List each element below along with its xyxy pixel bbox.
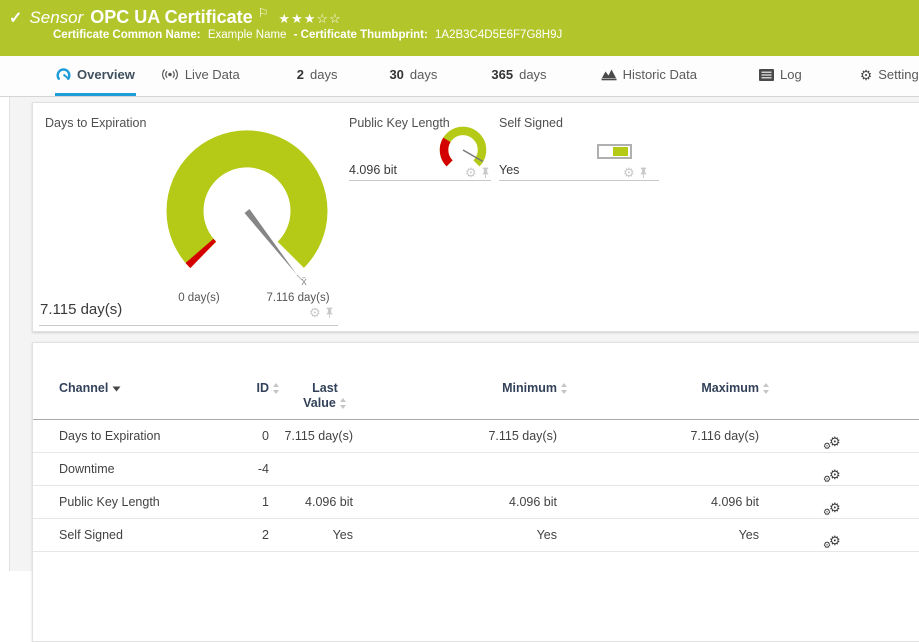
cell-channel: Days to Expiration bbox=[59, 429, 241, 443]
tab-live-data-label: Live Data bbox=[185, 67, 240, 82]
cell-id: 0 bbox=[241, 429, 269, 443]
gauge-min-label: 0 day(s) bbox=[167, 292, 231, 304]
column-header-maximum[interactable]: Maximum bbox=[557, 379, 759, 419]
cell-channel: Downtime bbox=[59, 462, 241, 476]
pin-icon[interactable] bbox=[639, 167, 648, 179]
gauge-title-days-to-expiration: Days to Expiration bbox=[45, 116, 146, 130]
tab-2-days[interactable]: 2 days bbox=[296, 56, 339, 96]
days-to-expiration-gauge: x̄ bbox=[161, 125, 333, 297]
tab-settings-label: Settings bbox=[878, 67, 919, 82]
thumbprint-value: 1A2B3C4D5E6F7G8H9J bbox=[435, 29, 562, 41]
self-signed-indicator-knob bbox=[613, 147, 628, 156]
column-header-id[interactable]: ID bbox=[241, 379, 269, 419]
log-list-icon bbox=[759, 69, 774, 81]
overview-gauges-panel: Days to Expiration x̄ 0 day(s) 7.116 day… bbox=[32, 102, 919, 332]
column-header-channel[interactable]: Channel bbox=[59, 379, 241, 419]
gauge-c-actions: ⚙ bbox=[623, 166, 648, 179]
tab-2-days-number: 2 bbox=[297, 67, 304, 82]
tab-overview[interactable]: Overview bbox=[55, 56, 136, 96]
sensor-subtitle: Certificate Common Name: Example Name - … bbox=[0, 28, 919, 41]
pin-icon[interactable] bbox=[325, 307, 334, 319]
sort-desc-icon bbox=[112, 386, 121, 392]
cell-minimum: 7.115 day(s) bbox=[353, 429, 557, 443]
days-to-expiration-value: 7.115 day(s) bbox=[40, 301, 122, 318]
broadcast-icon bbox=[161, 68, 179, 81]
channels-table-panel: Channel ID Last Value Minimum Maximum bbox=[32, 342, 919, 642]
thumbprint-label: - Certificate Thumbprint: bbox=[294, 29, 428, 41]
cell-channel: Public Key Length bbox=[59, 495, 241, 509]
stars-empty: ☆☆ bbox=[316, 11, 341, 26]
sensor-header: ✓ Sensor OPC UA Certificate ⚐ ★★★☆☆ Cert… bbox=[0, 0, 919, 56]
gauge-b-actions: ⚙ bbox=[465, 166, 490, 179]
status-ok-icon: ✓ bbox=[9, 8, 22, 28]
channel-gear-icon[interactable]: ⚙ bbox=[623, 166, 635, 179]
sensor-title-row: ✓ Sensor OPC UA Certificate ⚐ ★★★☆☆ bbox=[0, 0, 919, 28]
common-name-label: Certificate Common Name: bbox=[53, 29, 201, 41]
cell-maximum: Yes bbox=[557, 528, 759, 542]
channel-gear-icon[interactable]: ⚙ bbox=[465, 166, 477, 179]
table-row[interactable]: Days to Expiration 0 7.115 day(s) 7.115 … bbox=[33, 420, 919, 453]
cell-minimum: 4.096 bit bbox=[353, 495, 557, 509]
self-signed-value: Yes bbox=[499, 163, 519, 177]
historic-chart-icon bbox=[601, 68, 617, 81]
table-row[interactable]: Downtime -4 ⚙⚙ bbox=[33, 453, 919, 486]
self-signed-indicator bbox=[597, 144, 632, 159]
public-key-length-gauge bbox=[435, 123, 493, 171]
cell-last-value: 4.096 bit bbox=[269, 495, 353, 509]
table-row[interactable]: Self Signed 2 Yes Yes Yes ⚙⚙ bbox=[33, 519, 919, 552]
column-header-last-value[interactable]: Last Value bbox=[269, 379, 353, 419]
cell-id: 2 bbox=[241, 528, 269, 542]
common-name-value: Example Name bbox=[208, 29, 287, 41]
table-row[interactable]: Public Key Length 1 4.096 bit 4.096 bit … bbox=[33, 486, 919, 519]
tab-settings[interactable]: ⚙ Settings bbox=[859, 56, 919, 96]
flag-icon[interactable]: ⚐ bbox=[258, 6, 269, 20]
pin-icon[interactable] bbox=[481, 167, 490, 179]
divider bbox=[349, 180, 491, 181]
mean-marker: x̄ bbox=[301, 276, 307, 288]
tab-historic-data[interactable]: Historic Data bbox=[600, 56, 698, 96]
channel-gear-icon[interactable]: ⚙ bbox=[309, 306, 321, 319]
sort-icon bbox=[339, 398, 347, 409]
page-title: OPC UA Certificate bbox=[90, 7, 252, 28]
tab-365-days[interactable]: 365 days bbox=[490, 56, 547, 96]
gauge-title-self-signed: Self Signed bbox=[499, 116, 563, 130]
divider bbox=[39, 325, 338, 326]
cell-id: 1 bbox=[241, 495, 269, 509]
column-header-minimum[interactable]: Minimum bbox=[353, 379, 557, 419]
table-header-row: Channel ID Last Value Minimum Maximum bbox=[33, 379, 919, 420]
cell-minimum: Yes bbox=[353, 528, 557, 542]
tab-30-days-label: days bbox=[410, 67, 437, 82]
tab-30-days-number: 30 bbox=[389, 67, 403, 82]
tab-overview-label: Overview bbox=[77, 67, 135, 82]
cell-last-value: 7.115 day(s) bbox=[269, 429, 353, 443]
cell-id: -4 bbox=[241, 462, 269, 476]
tab-2-days-label: days bbox=[310, 67, 337, 82]
gauge-max-label: 7.116 day(s) bbox=[261, 292, 335, 304]
tab-live-data[interactable]: Live Data bbox=[160, 56, 241, 96]
cell-maximum: 7.116 day(s) bbox=[557, 429, 759, 443]
gauge-icon bbox=[56, 67, 71, 82]
public-key-length-value: 4.096 bit bbox=[349, 163, 397, 177]
tab-bar: Overview Live Data 2 days 30 days 365 da… bbox=[0, 56, 919, 97]
tab-log-label: Log bbox=[780, 67, 802, 82]
tab-30-days[interactable]: 30 days bbox=[388, 56, 438, 96]
priority-stars[interactable]: ★★★☆☆ bbox=[278, 11, 341, 27]
tab-365-days-label: days bbox=[519, 67, 546, 82]
stars-filled: ★★★ bbox=[278, 11, 316, 26]
tab-historic-data-label: Historic Data bbox=[623, 67, 697, 82]
cell-maximum: 4.096 bit bbox=[557, 495, 759, 509]
cell-last-value: Yes bbox=[269, 528, 353, 542]
gauge-a-actions: ⚙ bbox=[309, 306, 334, 319]
tab-log[interactable]: Log bbox=[758, 56, 803, 96]
page-content: Days to Expiration x̄ 0 day(s) 7.116 day… bbox=[9, 97, 919, 571]
gear-icon: ⚙ bbox=[860, 68, 873, 82]
divider bbox=[499, 180, 659, 181]
tab-365-days-number: 365 bbox=[491, 67, 513, 82]
cell-channel: Self Signed bbox=[59, 528, 241, 542]
object-type-label: Sensor bbox=[29, 8, 83, 28]
